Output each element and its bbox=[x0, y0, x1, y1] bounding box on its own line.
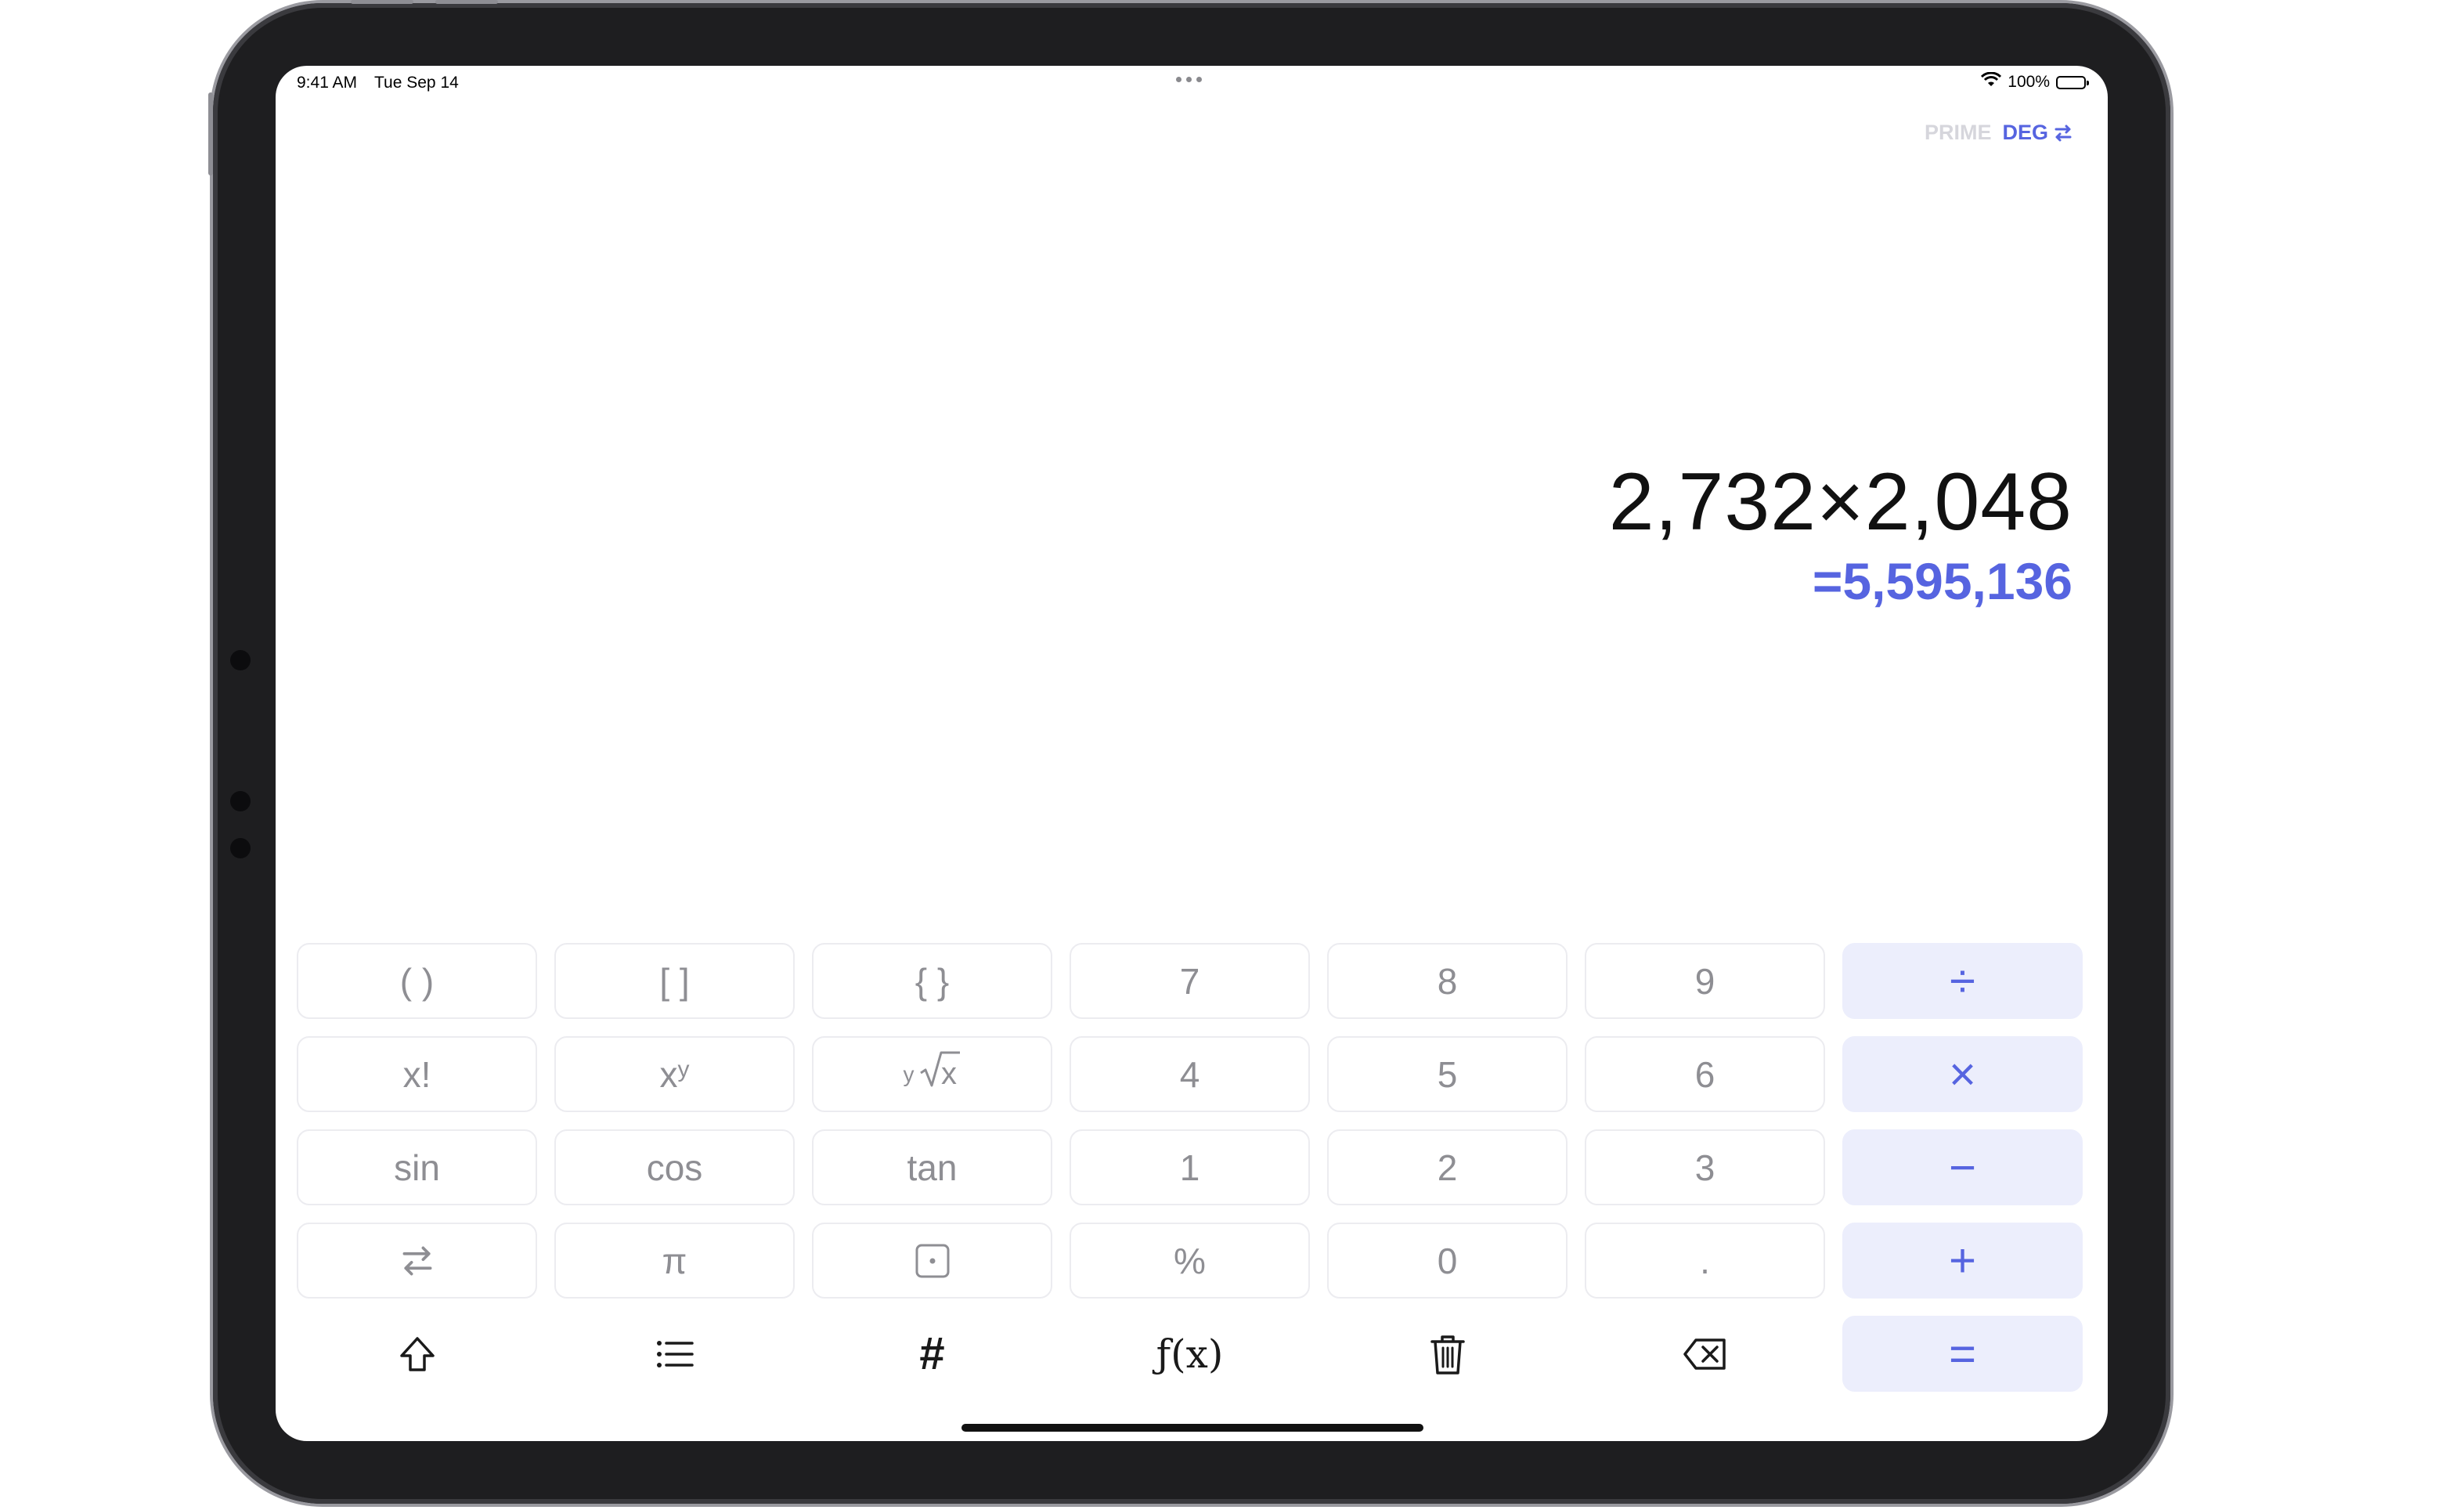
parentheses-key[interactable]: ( ) bbox=[297, 943, 537, 1019]
digit-5-key[interactable]: 5 bbox=[1327, 1036, 1568, 1112]
keypad: ( ) [ ] { } 7 8 9 ÷ x! xy y x 4 5 6 × si… bbox=[297, 943, 2083, 1392]
shift-icon bbox=[399, 1336, 435, 1371]
hash-button[interactable]: # bbox=[812, 1316, 1052, 1392]
deg-label: DEG bbox=[2002, 121, 2048, 144]
expression-display: 2,732×2,048 bbox=[1608, 457, 2073, 547]
digit-3-key[interactable]: 3 bbox=[1585, 1129, 1825, 1205]
angle-mode-toggle[interactable]: DEG bbox=[2002, 121, 2073, 145]
multitasking-dots[interactable] bbox=[1176, 77, 1202, 82]
shift-button[interactable] bbox=[297, 1316, 537, 1392]
digit-8-key[interactable]: 8 bbox=[1327, 943, 1568, 1019]
digit-2-key[interactable]: 2 bbox=[1327, 1129, 1568, 1205]
home-indicator[interactable] bbox=[961, 1424, 1423, 1432]
radical-icon: x bbox=[918, 1048, 961, 1100]
dot-box-key[interactable] bbox=[812, 1223, 1052, 1299]
digit-0-key[interactable]: 0 bbox=[1327, 1223, 1568, 1299]
decimal-key[interactable]: . bbox=[1585, 1223, 1825, 1299]
battery-icon bbox=[2056, 75, 2089, 89]
factorial-key[interactable]: x! bbox=[297, 1036, 537, 1112]
status-time: 9:41 AM bbox=[297, 74, 358, 92]
prime-mode-toggle[interactable]: PRIME bbox=[1925, 121, 1992, 145]
status-bar: 9:41 AM Tue Sep 14 100% bbox=[276, 66, 2108, 97]
wifi-icon bbox=[1981, 71, 2002, 92]
digit-4-key[interactable]: 4 bbox=[1070, 1036, 1310, 1112]
top-button bbox=[351, 0, 413, 4]
camera-dot bbox=[230, 838, 251, 858]
swap-icon bbox=[2055, 125, 2072, 141]
tan-key[interactable]: tan bbox=[812, 1129, 1052, 1205]
power-base: x bbox=[659, 1053, 678, 1095]
nth-root-key[interactable]: y x bbox=[812, 1036, 1052, 1112]
battery-percent: 100% bbox=[2008, 73, 2050, 91]
add-key[interactable]: + bbox=[1842, 1223, 2083, 1299]
function-icon: ƒ(x) bbox=[1156, 1331, 1224, 1377]
top-button bbox=[435, 0, 498, 4]
divide-key[interactable]: ÷ bbox=[1842, 943, 2083, 1019]
result-display: =5,595,136 bbox=[1812, 552, 2073, 610]
function-button[interactable]: ƒ(x) bbox=[1070, 1316, 1310, 1392]
dot-box-icon bbox=[915, 1244, 949, 1277]
backspace-icon bbox=[1683, 1338, 1726, 1370]
multiply-key[interactable]: × bbox=[1842, 1036, 2083, 1112]
digit-9-key[interactable]: 9 bbox=[1585, 943, 1825, 1019]
backspace-button[interactable] bbox=[1585, 1316, 1825, 1392]
digit-7-key[interactable]: 7 bbox=[1070, 943, 1310, 1019]
root-x: x bbox=[941, 1057, 957, 1091]
digit-6-key[interactable]: 6 bbox=[1585, 1036, 1825, 1112]
equals-key[interactable]: = bbox=[1842, 1316, 2083, 1392]
pi-key[interactable]: π bbox=[554, 1223, 795, 1299]
hash-icon: # bbox=[919, 1328, 945, 1379]
cos-key[interactable]: cos bbox=[554, 1129, 795, 1205]
root-index: y bbox=[903, 1061, 915, 1086]
braces-key[interactable]: { } bbox=[812, 943, 1052, 1019]
trash-icon bbox=[1430, 1335, 1465, 1375]
camera-dot bbox=[230, 650, 251, 670]
swap-icon bbox=[402, 1246, 431, 1275]
camera-dot bbox=[230, 791, 251, 811]
list-icon bbox=[656, 1340, 694, 1367]
history-list-button[interactable] bbox=[554, 1316, 795, 1392]
power-exponent: y bbox=[677, 1056, 690, 1082]
status-right: 100% bbox=[1981, 71, 2089, 92]
brackets-key[interactable]: [ ] bbox=[554, 943, 795, 1019]
side-button bbox=[208, 92, 213, 175]
subtract-key[interactable]: − bbox=[1842, 1129, 2083, 1205]
percent-key[interactable]: % bbox=[1070, 1223, 1310, 1299]
digit-1-key[interactable]: 1 bbox=[1070, 1129, 1310, 1205]
swap-key[interactable] bbox=[297, 1223, 537, 1299]
mode-row: PRIME DEG bbox=[1925, 121, 2073, 145]
app-screen: 9:41 AM Tue Sep 14 100% PRIME DEG 2,732×… bbox=[276, 66, 2108, 1441]
sin-key[interactable]: sin bbox=[297, 1129, 537, 1205]
clear-button[interactable] bbox=[1327, 1316, 1568, 1392]
power-key[interactable]: xy bbox=[554, 1036, 795, 1112]
status-date: Tue Sep 14 bbox=[374, 74, 459, 92]
